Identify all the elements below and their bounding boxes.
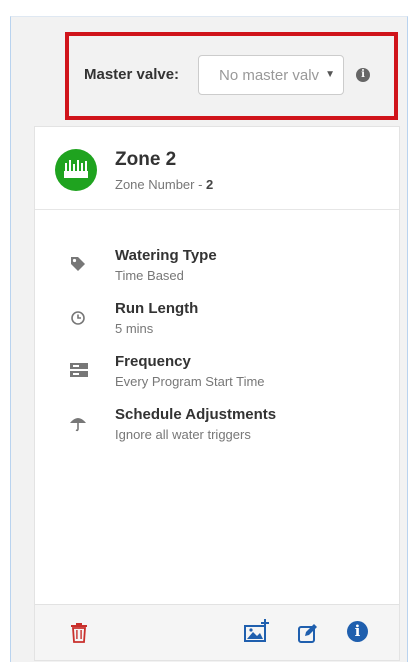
zone-number: Zone Number - 2 bbox=[115, 177, 213, 192]
zone-card-footer: i bbox=[35, 604, 399, 660]
detail-value: Every Program Start Time bbox=[115, 374, 265, 389]
zone-card-header: Zone 2 Zone Number - 2 bbox=[35, 127, 399, 210]
tag-icon bbox=[69, 255, 87, 273]
zone-card: Zone 2 Zone Number - 2 Watering Type Tim… bbox=[34, 126, 400, 661]
master-valve-selected-value: No master valve bbox=[219, 67, 319, 84]
detail-title: Run Length bbox=[115, 300, 199, 317]
detail-value: Ignore all water triggers bbox=[115, 427, 251, 442]
trash-icon[interactable] bbox=[69, 622, 91, 644]
detail-title: Frequency bbox=[115, 353, 191, 370]
server-icon bbox=[69, 361, 88, 379]
edit-icon[interactable] bbox=[297, 622, 319, 644]
detail-watering-type: Watering Type Time Based bbox=[35, 247, 399, 295]
master-valve-select[interactable]: No master valve ▼ bbox=[198, 55, 344, 95]
info-circle-icon[interactable]: i bbox=[347, 621, 368, 642]
detail-frequency: Frequency Every Program Start Time bbox=[35, 353, 399, 401]
umbrella-icon bbox=[69, 414, 87, 432]
detail-value: Time Based bbox=[115, 268, 184, 283]
detail-schedule-adjustments: Schedule Adjustments Ignore all water tr… bbox=[35, 406, 399, 454]
chevron-down-icon: ▼ bbox=[325, 69, 335, 80]
zone-title: Zone 2 bbox=[115, 149, 177, 170]
detail-run-length: Run Length 5 mins bbox=[35, 300, 399, 348]
sprinkler-zone-icon bbox=[55, 149, 97, 191]
zone-number-label: Zone Number - bbox=[115, 177, 207, 192]
clock-icon bbox=[69, 308, 87, 326]
detail-title: Schedule Adjustments bbox=[115, 406, 277, 423]
detail-title: Watering Type bbox=[115, 247, 217, 264]
add-image-icon[interactable] bbox=[243, 617, 271, 645]
info-circle-icon[interactable]: i bbox=[356, 68, 370, 82]
zone-number-value: 2 bbox=[206, 177, 214, 192]
detail-value: 5 mins bbox=[115, 321, 154, 336]
master-valve-label: Master valve: bbox=[84, 66, 180, 83]
